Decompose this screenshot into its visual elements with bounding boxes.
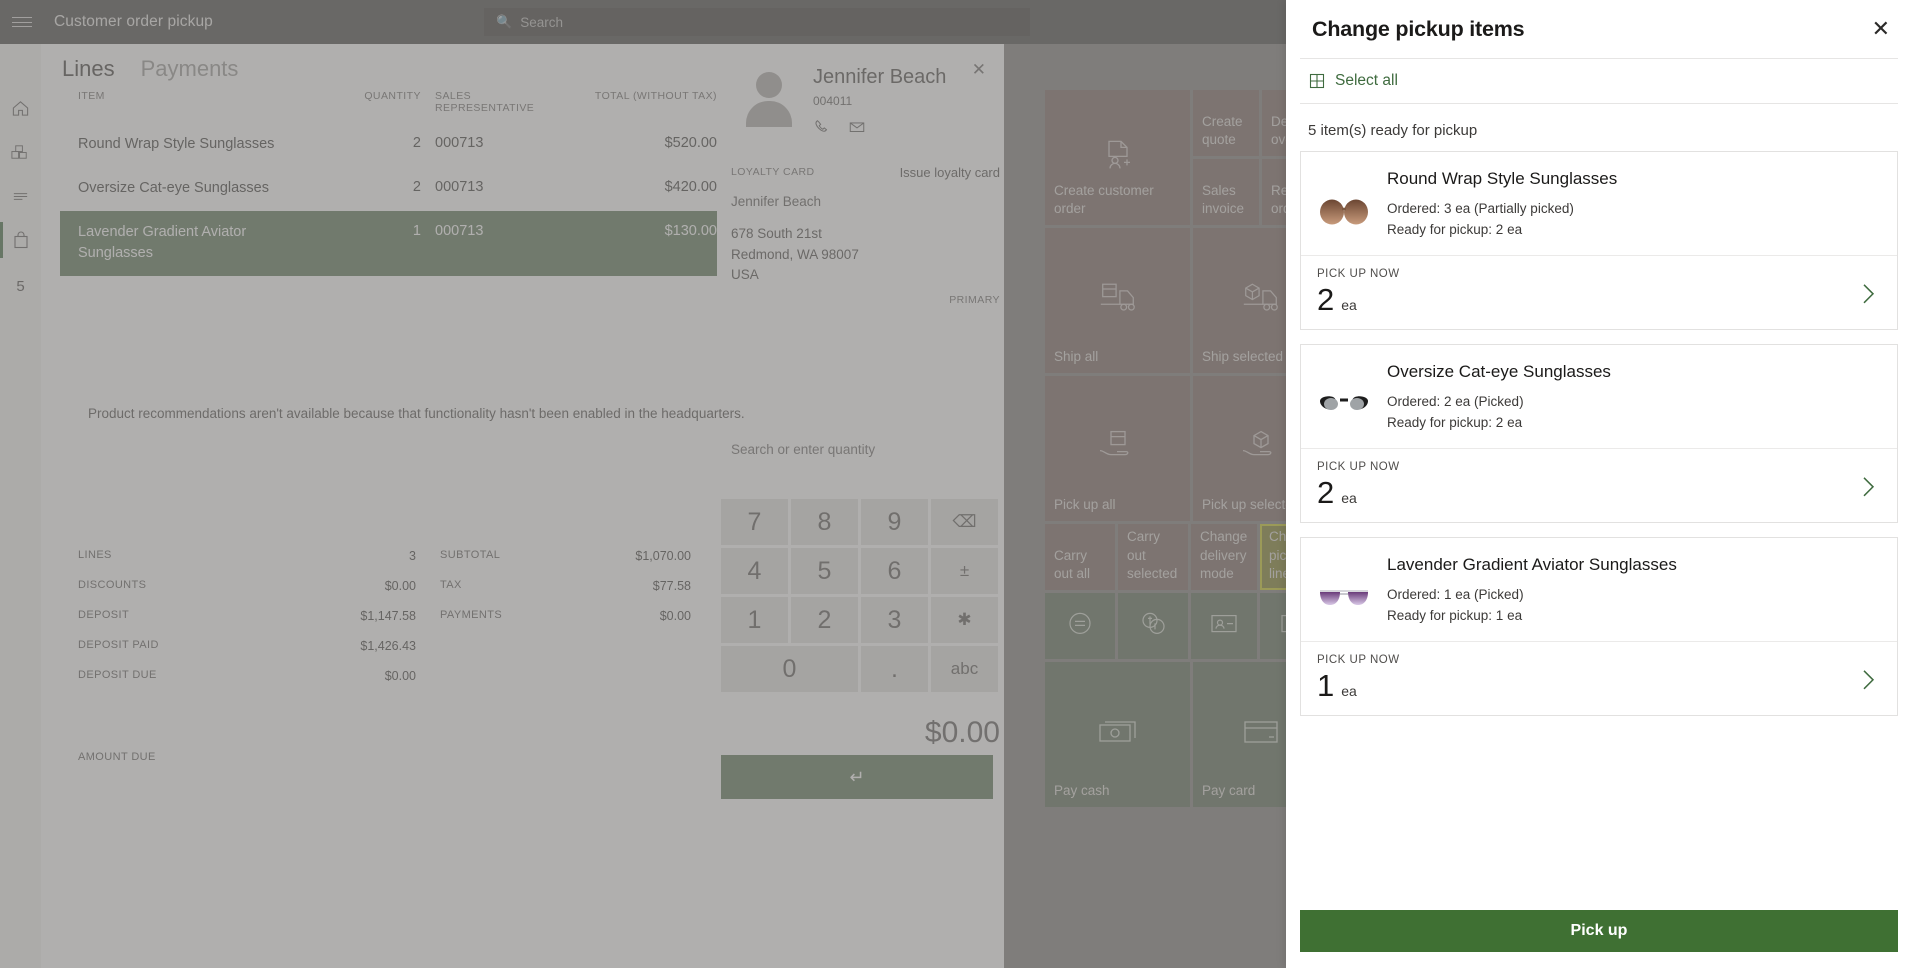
panel-title: Change pickup items — [1312, 17, 1872, 42]
modal-dim-overlay — [0, 0, 1286, 968]
item-name: Lavender Gradient Aviator Sunglasses — [1387, 554, 1777, 577]
list-item[interactable]: Round Wrap Style Sunglasses Ordered: 3 e… — [1300, 151, 1898, 330]
pick-up-qty: 2 — [1317, 284, 1334, 315]
chevron-right-icon[interactable] — [1859, 279, 1879, 312]
pick-up-now-value: 2 ea — [1317, 284, 1881, 315]
list-item[interactable]: Lavender Gradient Aviator Sunglasses Ord… — [1300, 537, 1898, 716]
close-icon[interactable]: ✕ — [1872, 18, 1890, 40]
item-info: Round Wrap Style Sunglasses Ordered: 3 e… — [1387, 166, 1883, 242]
item-ready: Ready for pickup: 1 ea — [1387, 606, 1883, 627]
item-name: Round Wrap Style Sunglasses — [1387, 168, 1777, 191]
pick-up-now-label: PICK UP NOW — [1317, 268, 1881, 280]
pick-up-unit: ea — [1341, 684, 1357, 701]
pick-up-now-row[interactable]: PICK UP NOW 2 ea — [1301, 449, 1897, 522]
list-item[interactable]: Oversize Cat-eye Sunglasses Ordered: 2 e… — [1300, 344, 1898, 523]
chevron-right-icon[interactable] — [1859, 472, 1879, 505]
select-all-button[interactable]: Select all — [1286, 59, 1912, 103]
item-ordered: Ordered: 1 ea (Picked) — [1387, 585, 1883, 606]
pick-up-now-row[interactable]: PICK UP NOW 1 ea — [1301, 642, 1897, 715]
pickup-items-list: Round Wrap Style Sunglasses Ordered: 3 e… — [1286, 151, 1912, 910]
panel-footer: Pick up — [1286, 910, 1912, 968]
round-wrap-sunglasses-thumb — [1315, 184, 1373, 242]
pick-up-unit: ea — [1341, 298, 1357, 315]
item-summary: Round Wrap Style Sunglasses Ordered: 3 e… — [1301, 152, 1897, 255]
pick-up-unit: ea — [1341, 491, 1357, 508]
panel-header: Change pickup items ✕ — [1286, 0, 1912, 58]
app-root: Customer order pickup 🔍 Search — [0, 0, 1912, 968]
pick-up-now-label: PICK UP NOW — [1317, 461, 1881, 473]
item-summary: Lavender Gradient Aviator Sunglasses Ord… — [1301, 538, 1897, 641]
pick-up-now-value: 1 ea — [1317, 670, 1881, 701]
item-ready: Ready for pickup: 2 ea — [1387, 413, 1883, 434]
change-pickup-items-panel: Change pickup items ✕ Select all 5 item(… — [1286, 0, 1912, 968]
item-ordered: Ordered: 2 ea (Picked) — [1387, 392, 1883, 413]
item-info: Oversize Cat-eye Sunglasses Ordered: 2 e… — [1387, 359, 1883, 435]
chevron-right-icon[interactable] — [1859, 665, 1879, 698]
pick-up-button[interactable]: Pick up — [1300, 910, 1898, 952]
item-info: Lavender Gradient Aviator Sunglasses Ord… — [1387, 552, 1883, 628]
item-ordered: Ordered: 3 ea (Partially picked) — [1387, 199, 1883, 220]
item-summary: Oversize Cat-eye Sunglasses Ordered: 2 e… — [1301, 345, 1897, 448]
pick-up-qty: 1 — [1317, 670, 1334, 701]
aviator-sunglasses-thumb — [1315, 570, 1373, 628]
pick-up-now-value: 2 ea — [1317, 477, 1881, 508]
ready-count-text: 5 item(s) ready for pickup — [1286, 104, 1912, 151]
select-all-grid-icon — [1308, 73, 1325, 90]
item-name: Oversize Cat-eye Sunglasses — [1387, 361, 1777, 384]
pick-up-now-row[interactable]: PICK UP NOW 2 ea — [1301, 256, 1897, 329]
pick-up-now-label: PICK UP NOW — [1317, 654, 1881, 666]
select-all-label: Select all — [1335, 72, 1398, 90]
pick-up-qty: 2 — [1317, 477, 1334, 508]
cateye-sunglasses-thumb — [1315, 377, 1373, 435]
item-ready: Ready for pickup: 2 ea — [1387, 220, 1883, 241]
